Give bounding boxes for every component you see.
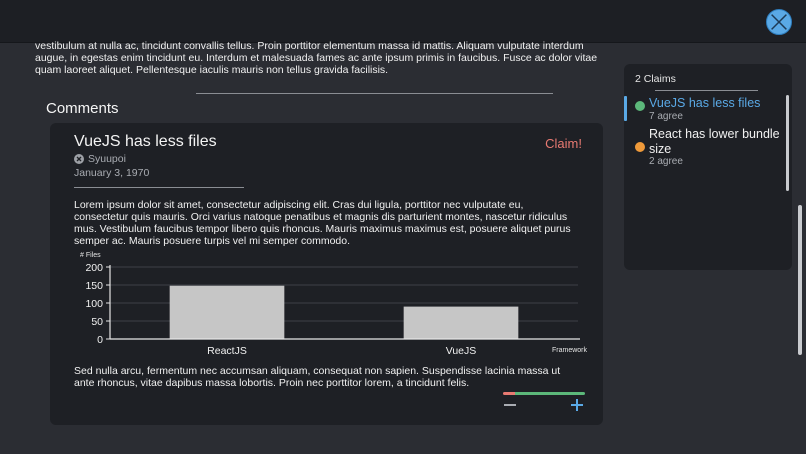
divider: [196, 93, 553, 94]
minus-icon: [504, 404, 516, 406]
comment-title: VueJS has less files: [74, 133, 217, 150]
divider: [74, 187, 244, 188]
claims-count: 2 Claims: [635, 73, 676, 85]
downvote-button[interactable]: [503, 398, 517, 412]
claim-agree: 2 agree: [649, 156, 683, 167]
y-tick-label: 100: [85, 298, 103, 310]
author-name: Syuupoi: [88, 153, 126, 165]
bar: [169, 285, 285, 339]
comment-body: Lorem ipsum dolor sit amet, consectetur …: [74, 199, 571, 247]
x-axis-label: Framework: [552, 347, 588, 354]
claim-button[interactable]: Claim!: [545, 136, 582, 151]
comment-date: January 3, 1970: [74, 167, 150, 179]
y-tick-label: 0: [97, 334, 103, 346]
vote-ratio-bar: [503, 392, 585, 395]
claim-dot: [635, 101, 645, 111]
page-scrollbar[interactable]: [798, 205, 802, 355]
close-icon: [771, 14, 787, 30]
claims-panel: 2 Claims VueJS has less files 7 agree Re…: [624, 64, 792, 270]
claim-title: React has lower bundle size: [649, 127, 780, 156]
comment-card: VueJS has less files Claim! Syuupoi Janu…: [50, 123, 603, 425]
bar-chart: # Files 0 50 100 150 200 ReactJS VueJS Framework: [80, 252, 588, 357]
claim-agree: 7 agree: [649, 111, 683, 122]
user-icon: [74, 154, 84, 164]
claims-scrollbar[interactable]: [786, 95, 789, 191]
claim-item-react[interactable]: React has lower bundle size 2 agree: [624, 127, 784, 167]
bar: [403, 306, 519, 339]
vote-down-segment: [503, 392, 516, 395]
x-tick-label: ReactJS: [207, 345, 247, 357]
divider: [655, 90, 758, 91]
y-tick-label: 50: [91, 316, 103, 328]
claim-title: VueJS has less files: [649, 96, 761, 110]
upvote-button[interactable]: [570, 398, 584, 412]
claim-item-vuejs[interactable]: VueJS has less files 7 agree: [624, 96, 784, 122]
intro-text: vestibulum at nulla ac, tincidunt conval…: [35, 40, 598, 77]
y-tick-label: 150: [85, 280, 103, 292]
x-tick-label: VueJS: [446, 345, 477, 357]
comment-author: Syuupoi: [74, 153, 126, 165]
y-tick-label: 200: [85, 262, 103, 274]
y-axis-label: # Files: [80, 252, 101, 259]
comment-body-continued: Sed nulla arcu, fermentum nec accumsan a…: [74, 365, 561, 389]
top-bar: [0, 0, 806, 43]
plus-icon: [571, 399, 583, 411]
vote-up-segment: [515, 392, 585, 395]
close-button[interactable]: [766, 9, 792, 35]
comments-heading: Comments: [46, 100, 119, 117]
claim-dot: [635, 142, 645, 152]
